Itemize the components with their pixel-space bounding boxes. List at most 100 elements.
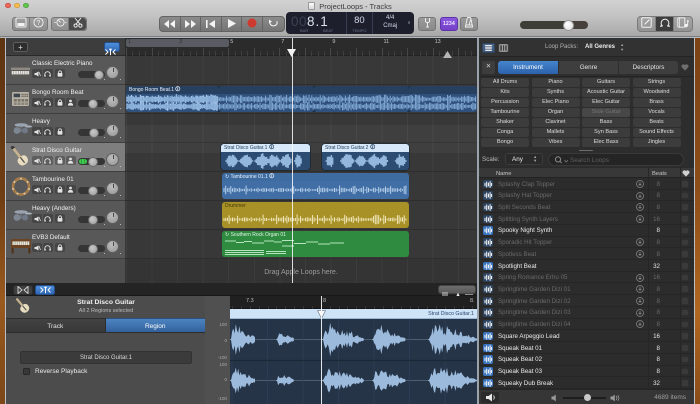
keyword-elec-bass[interactable]: Elec Bass <box>582 138 630 148</box>
lock-track-button[interactable] <box>55 69 65 78</box>
keyword-mallets[interactable]: Mallets <box>531 128 580 138</box>
lock-track-button[interactable] <box>55 185 65 194</box>
tab-genre[interactable]: Genre <box>559 60 618 74</box>
solo-track-button[interactable] <box>42 214 53 223</box>
lock-track-button[interactable] <box>55 156 65 165</box>
keyword-vocals[interactable]: Vocals <box>632 108 681 118</box>
quick-help-button[interactable]: ? <box>30 17 47 30</box>
region-strat-disco-guitar-2[interactable]: Strat Disco Guitar.2 <box>322 144 409 170</box>
region-southern-rock-organ-01[interactable]: ↻ Southern Rock Organ 01 <box>222 231 409 257</box>
keyword-elec-piano[interactable]: Elec Piano <box>531 98 580 108</box>
loop-row-springtime-garden-dizi-04[interactable]: Springtime Garden Dizi 04 8 <box>479 319 694 331</box>
favorite-checkbox[interactable] <box>681 367 689 376</box>
master-volume-knob[interactable] <box>563 19 574 31</box>
track-volume-knob[interactable] <box>88 243 99 254</box>
track-volume-knob[interactable] <box>89 127 100 138</box>
solo-track-button[interactable] <box>42 243 53 252</box>
track-volume-knob[interactable] <box>88 185 99 196</box>
solo-track-button[interactable] <box>42 127 53 136</box>
favorite-checkbox[interactable] <box>681 238 689 247</box>
favorite-checkbox[interactable] <box>681 285 689 293</box>
loop-packs-dropdown[interactable]: All Genres <box>585 44 615 50</box>
keyword-woodwind[interactable]: Woodwind <box>632 88 681 98</box>
loop-row-springtime-garden-dizi-03[interactable]: Springtime Garden Dizi 03 8 <box>479 307 694 319</box>
lock-track-button[interactable] <box>55 98 65 107</box>
track-header-heavy[interactable]: Heavy <box>6 114 125 143</box>
keyword-bongo[interactable]: Bongo <box>481 138 529 148</box>
keyword-piano[interactable]: Piano <box>531 78 580 87</box>
count-in-button[interactable]: 1234 <box>440 17 458 31</box>
lock-track-button[interactable] <box>55 214 65 223</box>
cycle-range[interactable] <box>126 39 229 47</box>
favorite-checkbox[interactable] <box>681 273 689 282</box>
playhead-line[interactable] <box>291 38 293 283</box>
favorite-checkbox[interactable] <box>681 191 689 200</box>
track-volume-knob[interactable] <box>87 156 98 167</box>
solo-track-button[interactable] <box>42 156 53 165</box>
loop-row-spring-romance-erhu-05[interactable]: Spring Romance Erhu 05 16 <box>479 272 694 284</box>
cycle-button[interactable] <box>263 17 284 31</box>
mute-track-button[interactable] <box>32 98 42 107</box>
keyword-acoustic-guitar[interactable]: Acoustic Guitar <box>582 88 630 98</box>
download-icon[interactable] <box>636 191 644 200</box>
loop-row-sporadic-hit-topper[interactable]: Sporadic Hit Topper 8 <box>479 237 694 249</box>
keyword-synths[interactable]: Synths <box>531 88 580 98</box>
solo-track-button[interactable] <box>42 98 53 107</box>
loop-row-squeak-beat-01[interactable]: Squeak Beat 01 8 <box>479 342 694 354</box>
editor-tab-track[interactable]: Track <box>6 318 106 333</box>
download-icon[interactable] <box>636 273 644 282</box>
lcd-chevron-icon[interactable]: ∨ <box>407 12 414 34</box>
column-header-name[interactable]: Name <box>496 171 511 177</box>
go-to-beginning-button[interactable] <box>201 17 222 31</box>
download-icon[interactable] <box>636 320 644 329</box>
region-strat-disco-guitar-1[interactable]: Strat Disco Guitar.1 <box>221 144 310 170</box>
loop-row-springtime-garden-dizi-02[interactable]: Springtime Garden Dizi 02 8 <box>479 295 694 307</box>
favorites-heart-icon[interactable] <box>681 63 689 71</box>
tuner-button[interactable] <box>418 17 436 31</box>
editor-waveform-area[interactable]: 7.3 8 8. Strat Disco Guitar.1 <box>230 296 477 404</box>
catch-playhead-button[interactable] <box>104 42 120 56</box>
loop-row-spotlight-beat[interactable]: Spotlight Beat 32 <box>479 260 694 272</box>
pan-knob[interactable] <box>106 95 119 108</box>
keyword-tambourine[interactable]: Tambourine <box>481 108 529 118</box>
solo-track-button[interactable] <box>42 185 53 194</box>
favorite-checkbox[interactable] <box>681 262 689 270</box>
favorite-checkbox[interactable] <box>681 180 689 188</box>
editor-zoom-slider[interactable] <box>438 285 476 297</box>
keyword-jingles[interactable]: Jingles <box>632 138 681 148</box>
master-volume-slider[interactable] <box>520 21 588 29</box>
download-icon[interactable] <box>636 250 644 259</box>
track-header-tambourine-01[interactable]: Tambourine 01 <box>6 172 125 201</box>
favorite-checkbox[interactable] <box>681 355 689 364</box>
mute-track-button[interactable] <box>32 214 42 223</box>
scale-stepper-icon[interactable]: ▴ ▾ <box>534 154 536 164</box>
track-volume-knob[interactable] <box>93 69 104 80</box>
metronome-button[interactable] <box>460 17 478 31</box>
lock-track-button[interactable] <box>55 243 65 252</box>
mute-track-button[interactable] <box>32 156 42 165</box>
track-volume-knob[interactable] <box>88 214 99 225</box>
pan-knob[interactable] <box>106 66 119 79</box>
timeline-ruler[interactable]: 1 3 5 7 9 11 13 <box>125 38 477 56</box>
note-pad-button[interactable] <box>638 17 656 31</box>
track-header-evb3-default[interactable]: EVB3 Default <box>6 230 125 259</box>
download-icon[interactable] <box>636 285 644 294</box>
add-track-button[interactable]: + <box>13 42 28 52</box>
reverse-playback-checkbox[interactable] <box>23 368 30 375</box>
download-icon[interactable] <box>636 238 644 247</box>
keyword-strings[interactable]: Strings <box>632 78 681 87</box>
favorite-checkbox[interactable] <box>681 203 689 211</box>
favorite-checkbox[interactable] <box>681 332 689 340</box>
keyword-reset-button[interactable]: ✕ <box>482 60 495 74</box>
track-header-bongo-room-beat[interactable]: Bongo Room Beat <box>6 85 125 114</box>
playhead-handle[interactable] <box>287 44 296 62</box>
loop-row-splashy-hat-topper[interactable]: Splashy Hat Topper 8 <box>479 190 694 202</box>
region-bongo-room-beat-1[interactable]: Bongo Room Beat.1 <box>126 86 477 112</box>
download-icon[interactable] <box>636 308 644 317</box>
media-browser-button[interactable] <box>674 17 692 31</box>
project-end-marker[interactable] <box>443 45 452 63</box>
favorite-checkbox[interactable] <box>681 297 689 305</box>
solo-track-button[interactable] <box>42 69 53 78</box>
column-header-favorite-icon[interactable] <box>682 170 690 177</box>
keyword-bass[interactable]: Bass <box>582 118 630 128</box>
